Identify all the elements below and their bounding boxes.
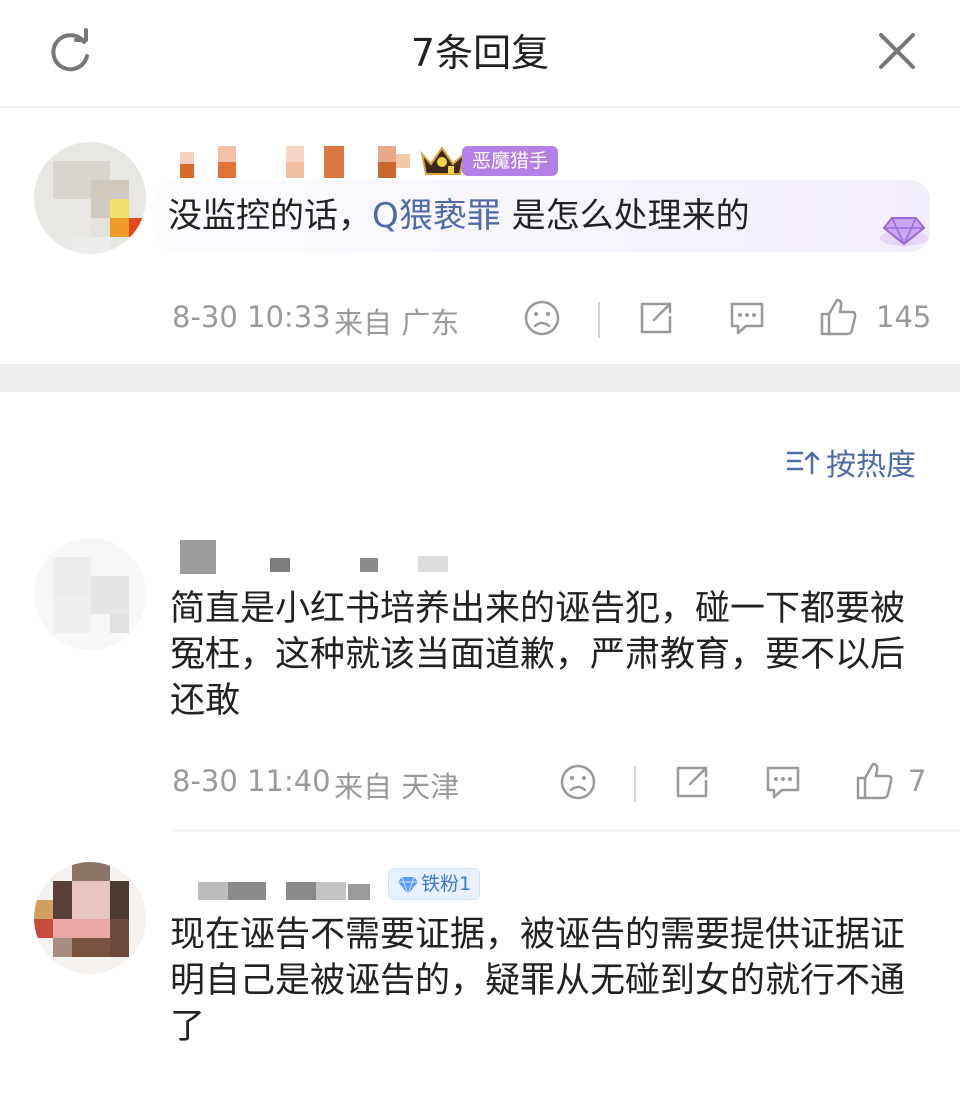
sad-face-icon bbox=[524, 300, 560, 336]
comment-text: 没监控的话，Q猥亵罪 是怎么处理来的 bbox=[168, 194, 750, 238]
reply-text: 现在诬告不需要证据，被诬告的需要提供证据证明自己是被诬告的，疑罪从无碰到女的就行… bbox=[170, 915, 906, 1047]
fan-badge-label: 铁粉1 bbox=[421, 873, 472, 895]
share-button[interactable] bbox=[672, 762, 712, 802]
avatar[interactable] bbox=[34, 538, 146, 650]
reply-location: 来自 天津 bbox=[334, 770, 460, 804]
comment-icon bbox=[730, 302, 764, 335]
reply-divider bbox=[170, 830, 960, 831]
dislike-button[interactable] bbox=[558, 762, 598, 802]
user-badge[interactable]: 恶魔猎手 bbox=[418, 144, 562, 178]
sort-toggle[interactable]: 按热度 bbox=[786, 442, 916, 483]
like-count: 145 bbox=[876, 300, 932, 334]
like-count: 7 bbox=[908, 764, 927, 798]
diamond-icon bbox=[398, 876, 418, 896]
search-keyword-link[interactable]: Q猥亵罪 bbox=[372, 196, 501, 236]
crown-icon bbox=[420, 146, 466, 175]
avatar[interactable] bbox=[34, 142, 146, 254]
reply-text: 简直是小红书培养出来的诬告犯，碰一下都要被冤枉，这种就该当面道歉，严肃教育，要不… bbox=[170, 589, 906, 721]
fan-badge[interactable]: 铁粉1 bbox=[388, 868, 480, 900]
comment-location: 来自 广东 bbox=[334, 306, 460, 340]
sort-icon bbox=[786, 451, 820, 475]
share-button[interactable] bbox=[636, 298, 676, 338]
like-button[interactable] bbox=[854, 760, 894, 802]
dislike-button[interactable] bbox=[522, 298, 562, 338]
comment-text-box: 没监控的话，Q猥亵罪 是怎么处理来的 bbox=[154, 180, 930, 252]
close-icon[interactable] bbox=[872, 26, 922, 76]
thumbs-up-icon bbox=[820, 298, 857, 336]
share-icon bbox=[640, 302, 672, 334]
username-blurred[interactable] bbox=[174, 540, 464, 580]
action-divider bbox=[598, 302, 600, 338]
avatar[interactable] bbox=[34, 862, 146, 974]
action-divider bbox=[634, 766, 636, 802]
share-icon bbox=[676, 766, 708, 798]
badge-label: 恶魔猎手 bbox=[462, 146, 559, 176]
thumbs-up-icon bbox=[856, 762, 893, 800]
comment-text-before: 没监控的话， bbox=[168, 196, 372, 236]
like-button[interactable] bbox=[818, 296, 858, 338]
comment-button[interactable] bbox=[726, 298, 768, 338]
reply-panel-header: 7条回复 bbox=[0, 0, 960, 108]
reply-timestamp: 8-30 11:40 bbox=[172, 764, 331, 798]
sort-label: 按热度 bbox=[826, 448, 916, 483]
sad-face-icon bbox=[560, 764, 596, 800]
comment-button[interactable] bbox=[762, 762, 804, 802]
page-title: 7条回复 bbox=[410, 31, 550, 75]
section-divider bbox=[0, 364, 960, 392]
comment-timestamp: 8-30 10:33 bbox=[172, 300, 331, 334]
gem-icon bbox=[880, 217, 928, 246]
comment-icon bbox=[766, 766, 800, 799]
comment-text-after: 是怎么处理来的 bbox=[500, 196, 750, 236]
